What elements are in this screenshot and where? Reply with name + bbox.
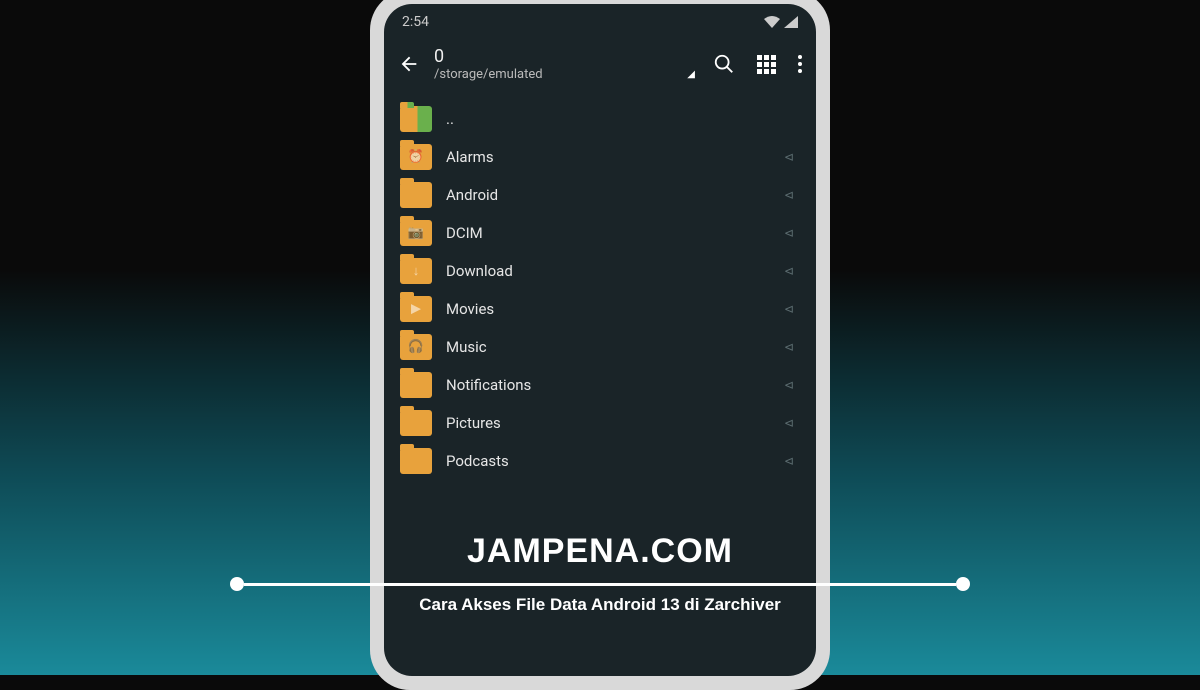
- search-button[interactable]: [713, 53, 735, 75]
- file-name: Movies: [446, 300, 770, 318]
- folder-icon: 🎧: [400, 334, 432, 360]
- chevron-icon: ⊲: [784, 150, 800, 164]
- path-subtitle: /storage/emulated: [434, 67, 543, 82]
- more-vertical-icon: [798, 55, 802, 73]
- chevron-icon: ⊲: [784, 302, 800, 316]
- folder-icon: [400, 448, 432, 474]
- file-row[interactable]: ↓ Download ⊲: [392, 252, 808, 290]
- folder-glyph-icon: 🎧: [408, 340, 424, 355]
- folder-icon: ⏰: [400, 144, 432, 170]
- dropdown-triangle-icon: ◢: [687, 69, 695, 80]
- file-row[interactable]: Android ⊲: [392, 176, 808, 214]
- file-row[interactable]: 📷 DCIM ⊲: [392, 214, 808, 252]
- header-actions: [713, 53, 802, 75]
- folder-icon: [400, 372, 432, 398]
- app-header: 0 /storage/emulated ◢: [384, 34, 816, 100]
- file-name: DCIM: [446, 224, 770, 242]
- file-row[interactable]: Pictures ⊲: [392, 404, 808, 442]
- file-list: ..⊲⏰Alarms⊲Android⊲📷DCIM⊲↓Download⊲▶Movi…: [384, 100, 816, 480]
- folder-glyph-icon: 📷: [408, 226, 424, 241]
- watermark: JAMPENA.COM Cara Akses File Data Android…: [230, 532, 970, 615]
- file-name: Notifications: [446, 376, 770, 394]
- view-grid-button[interactable]: [757, 55, 776, 74]
- folder-icon: ↓: [400, 258, 432, 284]
- file-name: Android: [446, 186, 770, 204]
- folder-icon: [400, 106, 432, 132]
- folder-icon: 📷: [400, 220, 432, 246]
- folder-icon: ▶: [400, 296, 432, 322]
- back-button[interactable]: [398, 53, 420, 75]
- chevron-icon: ⊲: [784, 226, 800, 240]
- folder-glyph-icon: ⏰: [408, 150, 424, 165]
- file-row[interactable]: ⏰ Alarms ⊲: [392, 138, 808, 176]
- file-name: ..: [446, 110, 770, 128]
- wifi-icon: [764, 16, 780, 28]
- grid-icon: [757, 55, 776, 74]
- chevron-icon: ⊲: [784, 188, 800, 202]
- file-row[interactable]: Podcasts ⊲: [392, 442, 808, 480]
- file-row[interactable]: ▶ Movies ⊲: [392, 290, 808, 328]
- file-name: Podcasts: [446, 452, 770, 470]
- folder-glyph-icon: ↓: [413, 263, 420, 279]
- status-bar: 2:54: [384, 4, 816, 34]
- chevron-icon: ⊲: [784, 264, 800, 278]
- folder-glyph-icon: ▶: [411, 302, 421, 317]
- folder-icon: [400, 410, 432, 436]
- file-row[interactable]: ..⊲: [392, 100, 808, 138]
- chevron-icon: ⊲: [784, 416, 800, 430]
- status-icons: [764, 16, 798, 28]
- more-menu-button[interactable]: [798, 55, 802, 73]
- path-title: 0: [434, 46, 699, 67]
- chevron-icon: ⊲: [784, 454, 800, 468]
- path-selector[interactable]: 0 /storage/emulated ◢: [434, 46, 699, 82]
- chevron-icon: ⊲: [784, 340, 800, 354]
- file-name: Download: [446, 262, 770, 280]
- signal-icon: [784, 16, 798, 28]
- file-name: Music: [446, 338, 770, 356]
- watermark-title: JAMPENA.COM: [230, 532, 970, 571]
- search-icon: [713, 53, 735, 75]
- file-name: Alarms: [446, 148, 770, 166]
- chevron-icon: ⊲: [784, 378, 800, 392]
- file-row[interactable]: 🎧 Music ⊲: [392, 328, 808, 366]
- file-name: Pictures: [446, 414, 770, 432]
- watermark-subtitle: Cara Akses File Data Android 13 di Zarch…: [230, 595, 970, 615]
- watermark-divider: [230, 577, 970, 591]
- folder-icon: [400, 182, 432, 208]
- file-row[interactable]: Notifications ⊲: [392, 366, 808, 404]
- status-time: 2:54: [402, 14, 429, 30]
